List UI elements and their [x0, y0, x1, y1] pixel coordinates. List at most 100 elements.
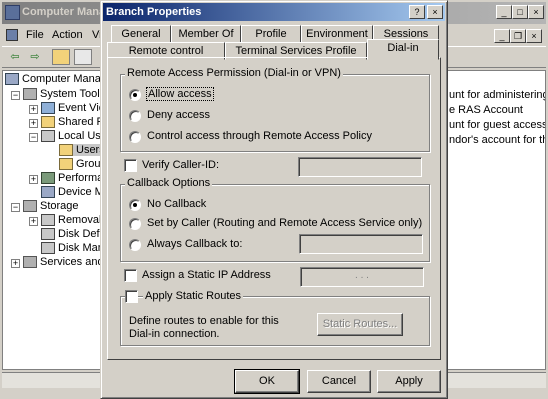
minimize-button[interactable]: _	[496, 5, 512, 19]
tree-item-shared-folders[interactable]: Shared Fo	[41, 116, 101, 129]
inner-close-button[interactable]: ×	[526, 29, 542, 43]
always-callback-label[interactable]: Always Callback to:	[147, 238, 242, 250]
expand-icon[interactable]: +	[29, 105, 38, 114]
static-routes-button[interactable]: Static Routes...	[317, 313, 403, 336]
set-by-caller-radio[interactable]	[129, 218, 141, 230]
computer-management-title: Computer Manag	[22, 6, 112, 18]
apply-button[interactable]: Apply	[377, 370, 441, 393]
tree-item-services-and-applications[interactable]: Services and A	[23, 256, 101, 269]
folder-icon	[59, 144, 73, 157]
policy-access-label[interactable]: Control access through Remote Access Pol…	[147, 130, 372, 142]
tree-item-users[interactable]: Users	[59, 144, 101, 157]
dialog-title: Branch Properties	[106, 6, 202, 18]
tools-icon	[23, 88, 37, 101]
maximize-button[interactable]: □	[512, 5, 528, 19]
tree-item-groups[interactable]: Groups	[59, 158, 101, 171]
performance-icon	[41, 172, 55, 185]
dial-in-panel: Remote Access Permission (Dial-in or VPN…	[107, 57, 441, 360]
tree-item-system-tools[interactable]: System Tools	[23, 88, 101, 101]
description-row[interactable]: e RAS Account	[449, 104, 523, 116]
allow-access-radio[interactable]	[129, 89, 141, 101]
services-icon	[23, 256, 37, 269]
description-row[interactable]: unt for guest access to	[449, 119, 545, 131]
folder-icon	[59, 158, 73, 171]
tree-item-disk-management[interactable]: Disk Manag	[41, 242, 101, 255]
tree-item-performance[interactable]: Performan	[41, 172, 101, 185]
removable-storage-icon	[41, 214, 55, 227]
dialog-close-button[interactable]: ×	[427, 5, 443, 19]
device-manager-icon	[41, 186, 55, 199]
tree-item-computer-management[interactable]: Computer Manag	[5, 73, 101, 86]
forward-arrow-icon[interactable]: ⇨	[26, 49, 44, 65]
show-tree-icon[interactable]	[74, 49, 92, 65]
menu-action[interactable]: Action	[52, 29, 83, 41]
policy-access-radio[interactable]	[129, 131, 141, 143]
tree-item-event-viewer[interactable]: Event View	[41, 102, 101, 115]
tree-item-removable-storage[interactable]: Removabl	[41, 214, 101, 227]
always-callback-radio[interactable]	[129, 239, 141, 251]
expand-icon[interactable]: +	[29, 217, 38, 226]
remote-access-group-title: Remote Access Permission (Dial-in or VPN…	[125, 67, 343, 79]
description-row[interactable]: ndor's account for the H	[449, 134, 545, 146]
dialog-titlebar: Branch Properties ? ×	[103, 3, 445, 21]
collapse-icon[interactable]: −	[11, 91, 20, 100]
inner-minimize-button[interactable]: _	[494, 29, 510, 43]
tab-environment[interactable]: Environment	[301, 25, 373, 43]
callback-number-field[interactable]	[299, 234, 423, 254]
computer-management-icon	[5, 5, 20, 20]
verify-caller-id-checkbox[interactable]	[124, 159, 137, 172]
expand-icon[interactable]: +	[29, 119, 38, 128]
computer-icon	[5, 73, 19, 86]
event-viewer-icon	[41, 102, 55, 115]
verify-caller-id-label[interactable]: Verify Caller-ID:	[142, 159, 219, 171]
up-folder-icon[interactable]	[52, 49, 70, 65]
no-callback-label[interactable]: No Callback	[147, 198, 206, 210]
defrag-icon	[41, 228, 55, 241]
shared-folder-icon	[41, 116, 55, 129]
caller-id-field[interactable]	[298, 157, 422, 177]
allow-access-label[interactable]: Allow access	[146, 87, 214, 101]
callback-options-group: Callback Options No Callback Set by Call…	[120, 177, 430, 262]
menu-file[interactable]: File	[26, 29, 44, 41]
static-routes-label[interactable]: Apply Static Routes	[143, 290, 243, 302]
deny-access-label[interactable]: Deny access	[147, 109, 210, 121]
cancel-button[interactable]: Cancel	[307, 370, 371, 393]
static-ip-field[interactable]: . . .	[300, 267, 424, 287]
branch-properties-dialog: Branch Properties ? × General Member Of …	[100, 0, 448, 399]
mmc-icon	[6, 29, 18, 41]
collapse-icon[interactable]: −	[29, 133, 38, 142]
back-arrow-icon[interactable]: ⇦	[6, 49, 24, 65]
help-button[interactable]: ?	[409, 5, 425, 19]
tab-member-of[interactable]: Member Of	[171, 25, 241, 43]
details-pane: unt for administering th e RAS Account u…	[446, 70, 546, 370]
tree-item-storage[interactable]: Storage	[23, 200, 79, 213]
close-button[interactable]: ×	[528, 5, 544, 19]
remote-access-group: Remote Access Permission (Dial-in or VPN…	[120, 67, 430, 152]
tree-item-device-manager[interactable]: Device Ma	[41, 186, 101, 199]
no-callback-radio[interactable]	[129, 199, 141, 211]
expand-icon[interactable]: +	[29, 175, 38, 184]
deny-access-radio[interactable]	[129, 110, 141, 122]
set-by-caller-label[interactable]: Set by Caller (Routing and Remote Access…	[147, 217, 422, 229]
tab-profile[interactable]: Profile	[241, 25, 301, 43]
inner-restore-button[interactable]: ❐	[510, 29, 526, 43]
static-routes-description: Define routes to enable for this Dial-in…	[129, 315, 279, 340]
tree-item-local-users[interactable]: Local User	[41, 130, 101, 143]
tree-item-disk-defragmenter[interactable]: Disk Defra	[41, 228, 101, 241]
description-row[interactable]: unt for administering th	[449, 89, 545, 101]
static-ip-checkbox[interactable]	[124, 269, 137, 282]
tab-general[interactable]: General	[111, 25, 171, 43]
ok-button[interactable]: OK	[234, 369, 300, 394]
collapse-icon[interactable]: −	[11, 203, 20, 212]
console-tree: Computer Manag − System Tools + Event Vi…	[2, 70, 102, 370]
tab-dial-in[interactable]: Dial-in	[367, 39, 439, 60]
expand-icon[interactable]: +	[11, 259, 20, 268]
disk-icon	[41, 242, 55, 255]
callback-options-group-title: Callback Options	[125, 177, 213, 189]
static-routes-checkbox[interactable]	[125, 290, 138, 303]
storage-icon	[23, 200, 37, 213]
static-ip-label[interactable]: Assign a Static IP Address	[142, 269, 271, 281]
inner-window-controls: _ ❐ ×	[446, 26, 546, 46]
static-routes-group: Apply Static Routes Define routes to ena…	[120, 290, 430, 346]
users-icon	[41, 130, 55, 143]
